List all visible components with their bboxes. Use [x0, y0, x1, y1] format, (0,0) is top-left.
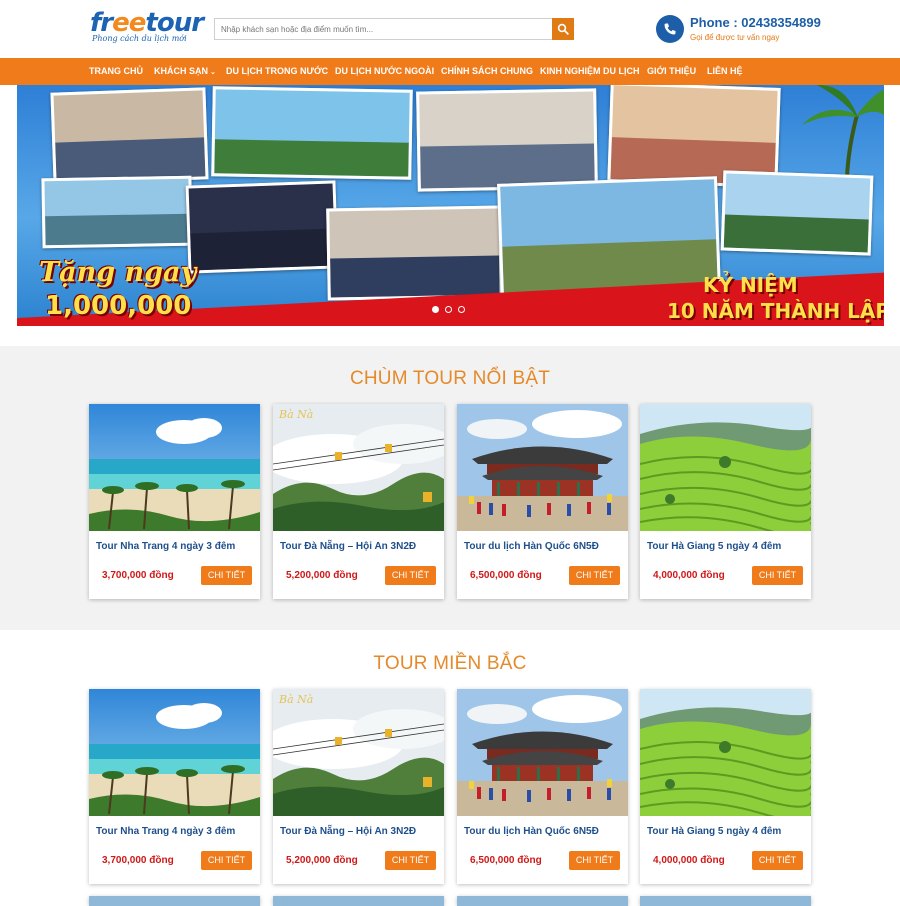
slider-dot-2[interactable]	[445, 306, 452, 313]
tour-card[interactable]: Tour du lịch Hàn Quốc 6N5Đ 6,500,000 đồng…	[457, 689, 628, 884]
nav-item-label: KHÁCH SẠN	[154, 66, 208, 76]
tour-thumbnail[interactable]	[457, 404, 628, 531]
tour-thumbnail[interactable]	[89, 689, 260, 816]
tour-price: 6,500,000 đồng	[470, 570, 542, 581]
details-button[interactable]: CHI TIẾT	[752, 851, 803, 870]
section-title: CHÙM TOUR NỔI BẬT	[349, 368, 551, 389]
search-button[interactable]	[552, 18, 574, 40]
tour-card[interactable]: Tour Nha Trang 4 ngày 3 đêm 3,700,000 đồn…	[89, 689, 260, 884]
banner-photo-9	[720, 170, 874, 256]
tour-price: 4,000,000 đồng	[653, 855, 725, 866]
banner-photo-6	[185, 180, 339, 274]
tour-thumbnail[interactable]	[89, 404, 260, 531]
promo-amount: 1,000,000	[45, 291, 192, 321]
nav-item-hotels[interactable]: KHÁCH SẠN ⌄	[154, 58, 216, 85]
tour-price: 6,500,000 đồng	[470, 855, 542, 866]
search-bar	[214, 18, 574, 40]
tour-price: 5,200,000 đồng	[286, 570, 358, 581]
tour-card[interactable]: Tour Hà Giang 5 ngày 4 đêm 4,000,000 đồng…	[640, 689, 811, 884]
nav-item-contact[interactable]: LIÊN HỆ	[707, 58, 743, 85]
banner-photo-5	[41, 175, 193, 249]
chevron-down-icon: ⌄	[210, 69, 216, 76]
tour-title[interactable]: Tour du lịch Hàn Quốc 6N5Đ	[464, 541, 599, 552]
svg-text:Bà Nà: Bà Nà	[278, 693, 313, 706]
tour-title[interactable]: Tour Hà Giang 5 ngày 4 đêm	[647, 826, 781, 837]
slider-dot-3[interactable]	[458, 306, 465, 313]
nav-item-domestic-tours[interactable]: DU LỊCH TRONG NƯỚC	[226, 58, 328, 85]
search-input[interactable]	[215, 19, 551, 40]
anniversary-line-2: 10 NĂM THÀNH LẬP	[667, 299, 884, 323]
banner-photo-2	[211, 86, 413, 180]
site-logo[interactable]: freetour Phong cách du lịch mới	[90, 8, 204, 48]
promo-headline: Tặng ngay	[39, 257, 197, 288]
tour-card-partial[interactable]	[89, 896, 260, 906]
nav-item-travel-tips[interactable]: KINH NGHIỆM DU LỊCH	[540, 58, 640, 85]
tour-price: 3,700,000 đồng	[102, 570, 174, 581]
phone-number: Phone : 02438354899	[690, 15, 821, 30]
details-button[interactable]: CHI TIẾT	[201, 851, 252, 870]
tour-title[interactable]: Tour du lịch Hàn Quốc 6N5Đ	[464, 826, 599, 837]
main-nav: TRANG CHỦ KHÁCH SẠN ⌄ DU LỊCH TRONG NƯỚC …	[0, 58, 900, 85]
tour-title[interactable]: Tour Nha Trang 4 ngày 3 đêm	[96, 541, 235, 552]
banner-photo-8	[497, 176, 721, 299]
slider-dot-1[interactable]	[432, 306, 439, 313]
nav-item-policy[interactable]: CHÍNH SÁCH CHUNG	[441, 58, 533, 85]
nav-item-about[interactable]: GIỚI THIỆU	[647, 58, 696, 85]
details-button[interactable]: CHI TIẾT	[752, 566, 803, 585]
tour-price: 5,200,000 đồng	[286, 855, 358, 866]
tour-card-partial[interactable]	[640, 896, 811, 906]
details-button[interactable]: CHI TIẾT	[385, 566, 436, 585]
logo-tagline: Phong cách du lịch mới	[92, 34, 187, 43]
section-title: TOUR MIỀN BẮC	[373, 653, 527, 674]
anniversary-line-1: KỶ NIỆM	[703, 273, 798, 297]
tour-price: 4,000,000 đồng	[653, 570, 725, 581]
tour-price: 3,700,000 đồng	[102, 855, 174, 866]
tour-card[interactable]: Bà Nà Tour Đà Nẵng – Hội An 3N2Đ 5,200,000…	[273, 404, 444, 599]
tour-card-partial[interactable]	[273, 896, 444, 906]
tour-thumbnail[interactable]	[640, 689, 811, 816]
details-button[interactable]: CHI TIẾT	[569, 566, 620, 585]
svg-text:Bà Nà: Bà Nà	[278, 408, 313, 421]
logo-wordmark: freetour	[90, 8, 204, 38]
phone-subtext: Gọi để được tư vấn ngay	[690, 33, 780, 42]
tour-title[interactable]: Tour Nha Trang 4 ngày 3 đêm	[96, 826, 235, 837]
details-button[interactable]: CHI TIẾT	[201, 566, 252, 585]
nav-item-international-tours[interactable]: DU LỊCH NƯỚC NGOÀI	[335, 58, 434, 85]
slider-dots	[432, 306, 465, 313]
site-header: freetour Phong cách du lịch mới Phone : …	[0, 0, 900, 58]
tour-title[interactable]: Tour Hà Giang 5 ngày 4 đêm	[647, 541, 781, 552]
banner-photo-1	[50, 87, 209, 185]
tour-card[interactable]: Bà Nà Tour Đà Nẵng – Hội An 3N2Đ 5,200,000…	[273, 689, 444, 884]
tour-title[interactable]: Tour Đà Nẵng – Hội An 3N2Đ	[280, 826, 416, 837]
phone-contact[interactable]: Phone : 02438354899 Gọi để được tư vấn n…	[656, 14, 846, 48]
tour-title[interactable]: Tour Đà Nẵng – Hội An 3N2Đ	[280, 541, 416, 552]
banner-photo-3	[416, 88, 598, 192]
tour-thumbnail[interactable]	[640, 404, 811, 531]
tour-card[interactable]: Tour Nha Trang 4 ngày 3 đêm 3,700,000 đồn…	[89, 404, 260, 599]
tour-card[interactable]: Tour Hà Giang 5 ngày 4 đêm 4,000,000 đồng…	[640, 404, 811, 599]
tour-thumbnail[interactable]	[457, 689, 628, 816]
search-icon	[557, 23, 569, 35]
nav-item-home[interactable]: TRANG CHỦ	[89, 58, 143, 85]
tour-thumbnail[interactable]: Bà Nà	[273, 689, 444, 816]
hero-slider[interactable]: Tặng ngay 1,000,000 KỶ NIỆM 10 NĂM THÀNH…	[17, 85, 884, 326]
tour-card-partial[interactable]	[457, 896, 628, 906]
tour-thumbnail[interactable]: Bà Nà	[273, 404, 444, 531]
phone-icon	[656, 15, 684, 43]
details-button[interactable]: CHI TIẾT	[569, 851, 620, 870]
details-button[interactable]: CHI TIẾT	[385, 851, 436, 870]
banner-photo-7	[326, 205, 503, 301]
tour-card[interactable]: Tour du lịch Hàn Quốc 6N5Đ 6,500,000 đồng…	[457, 404, 628, 599]
